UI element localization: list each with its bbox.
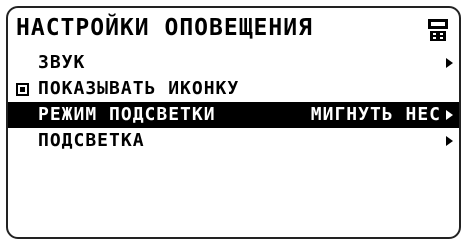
menu-item-label: ПОДСВЕТКА bbox=[38, 130, 145, 151]
menu-item-backlight[interactable]: ПОДСВЕТКА bbox=[8, 128, 459, 154]
lcd-screen: НАСТРОЙКИ ОПОВЕЩЕНИЯ ЗВУК ПОКАЗЫВАТЬ ИКО… bbox=[6, 6, 461, 239]
menu-item-sound[interactable]: ЗВУК bbox=[8, 50, 459, 76]
checkbox-checked-icon bbox=[20, 87, 25, 92]
submenu-arrow-icon bbox=[446, 58, 453, 68]
submenu-arrow-icon bbox=[446, 110, 453, 120]
phone-icon bbox=[428, 19, 448, 41]
menu-item-backlight-mode[interactable]: РЕЖИМ ПОДСВЕТКИ МИГНУТЬ НЕС bbox=[8, 102, 459, 128]
menu-item-show-icon[interactable]: ПОКАЗЫВАТЬ ИКОНКУ bbox=[8, 76, 459, 102]
backlight-mode-value: МИГНУТЬ НЕС bbox=[310, 104, 441, 125]
menu-item-label: РЕЖИМ ПОДСВЕТКИ bbox=[38, 104, 216, 125]
alert-settings-menu: ЗВУК ПОКАЗЫВАТЬ ИКОНКУ РЕЖИМ ПОДСВЕТКИ М… bbox=[8, 50, 459, 154]
show-icon-checkbox[interactable] bbox=[16, 83, 29, 96]
submenu-arrow-icon bbox=[446, 136, 453, 146]
menu-item-label: ПОКАЗЫВАТЬ ИКОНКУ bbox=[38, 78, 240, 99]
menu-item-label: ЗВУК bbox=[38, 52, 86, 73]
page-title: НАСТРОЙКИ ОПОВЕЩЕНИЯ bbox=[16, 15, 313, 41]
